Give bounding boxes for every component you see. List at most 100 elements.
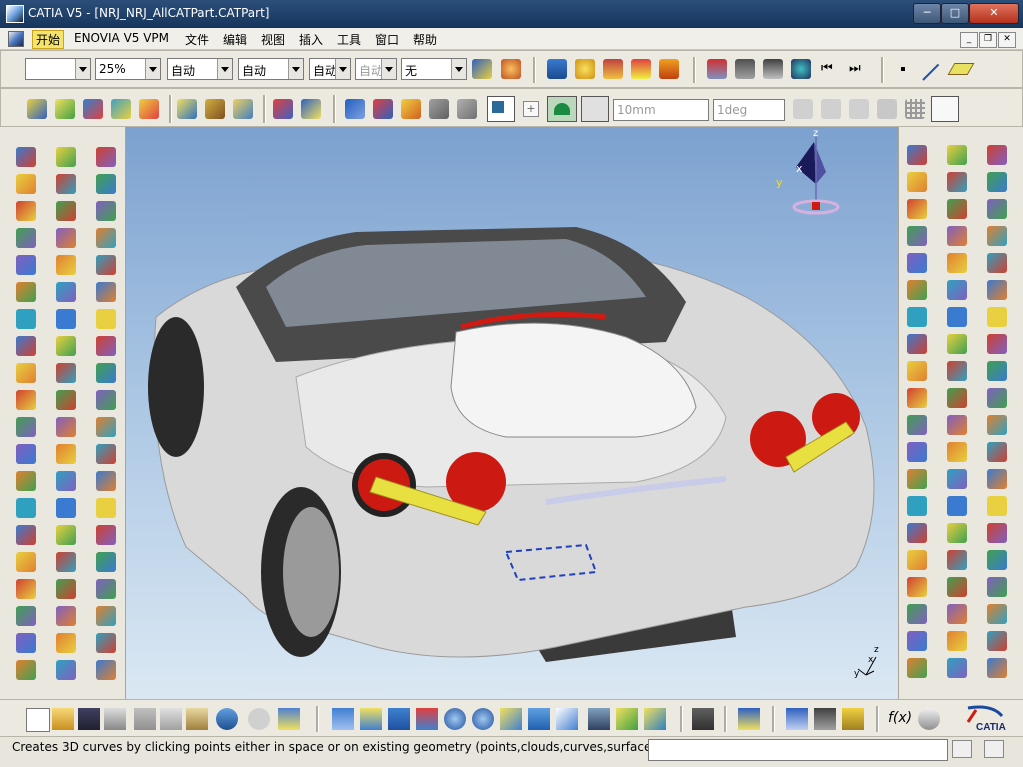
fly-icon[interactable]	[735, 59, 755, 79]
solid-icon[interactable]	[233, 99, 253, 119]
menu-edit[interactable]: 编辑	[223, 31, 247, 48]
left-panel-tool-icon[interactable]	[96, 444, 116, 464]
sweep-icon[interactable]	[111, 99, 131, 119]
fill-icon[interactable]	[139, 99, 159, 119]
extrude-icon[interactable]	[55, 99, 75, 119]
right-panel-tool-icon[interactable]	[987, 550, 1007, 570]
save-icon[interactable]	[78, 708, 100, 730]
left-panel-tool-icon[interactable]	[96, 174, 116, 194]
analyze-icon[interactable]	[631, 59, 651, 79]
left-panel-tool-icon[interactable]	[16, 660, 36, 680]
document-icon[interactable]	[8, 31, 24, 47]
right-panel-tool-icon[interactable]	[947, 658, 967, 678]
right-panel-tool-icon[interactable]	[907, 199, 927, 219]
menu-help[interactable]: 帮助	[413, 31, 437, 48]
fit-all-icon[interactable]	[360, 708, 382, 730]
right-panel-tool-icon[interactable]	[947, 307, 967, 327]
symmetry-icon[interactable]	[401, 99, 421, 119]
fly-mode-icon[interactable]	[332, 708, 354, 730]
left-panel-tool-icon[interactable]	[16, 201, 36, 221]
doc-restore-button[interactable]: ❐	[979, 32, 997, 48]
grid-icon[interactable]	[905, 99, 925, 119]
right-panel-tool-icon[interactable]	[987, 199, 1007, 219]
3d-viewport[interactable]: z y x z x y	[126, 127, 898, 699]
left-panel-tool-icon[interactable]	[16, 282, 36, 302]
catalog-icon[interactable]	[659, 59, 679, 79]
catia-app-icon[interactable]	[6, 5, 24, 23]
fast-forward-icon[interactable]: ⏭	[849, 61, 861, 76]
left-panel-tool-icon[interactable]	[16, 552, 36, 572]
left-panel-tool-icon[interactable]	[96, 552, 116, 572]
right-panel-tool-icon[interactable]	[987, 307, 1007, 327]
left-panel-tool-icon[interactable]	[56, 309, 76, 329]
right-panel-tool-icon[interactable]	[987, 388, 1007, 408]
split-icon[interactable]	[273, 99, 293, 119]
left-panel-tool-icon[interactable]	[96, 660, 116, 680]
new-icon[interactable]	[26, 708, 50, 732]
left-panel-tool-icon[interactable]	[96, 498, 116, 518]
open-icon[interactable]	[52, 708, 74, 730]
right-panel-tool-icon[interactable]	[947, 334, 967, 354]
copy-icon[interactable]	[160, 708, 182, 730]
left-panel-tool-icon[interactable]	[56, 336, 76, 356]
measure-item-icon[interactable]	[786, 708, 808, 730]
left-panel-tool-icon[interactable]	[16, 498, 36, 518]
left-panel-tool-icon[interactable]	[56, 606, 76, 626]
left-panel-tool-icon[interactable]	[56, 552, 76, 572]
chevron-down-icon[interactable]	[217, 59, 232, 79]
rotate-view-icon[interactable]	[416, 708, 438, 730]
left-panel-tool-icon[interactable]	[96, 525, 116, 545]
left-panel-tool-icon[interactable]	[16, 174, 36, 194]
right-panel-tool-icon[interactable]	[907, 577, 927, 597]
undo-icon[interactable]	[216, 708, 238, 730]
right-panel-tool-icon[interactable]	[987, 496, 1007, 516]
left-panel-tool-icon[interactable]	[56, 498, 76, 518]
chevron-down-icon[interactable]	[75, 59, 90, 79]
inertia-icon[interactable]	[814, 708, 836, 730]
snap-icon[interactable]	[547, 96, 577, 122]
left-panel-tool-icon[interactable]	[56, 282, 76, 302]
right-panel-tool-icon[interactable]	[947, 415, 967, 435]
right-panel-tool-icon[interactable]	[947, 604, 967, 624]
chevron-down-icon[interactable]	[145, 59, 160, 79]
left-panel-tool-icon[interactable]	[16, 417, 36, 437]
right-panel-tool-icon[interactable]	[907, 658, 927, 678]
sample-icon[interactable]	[842, 708, 864, 730]
right-panel-tool-icon[interactable]	[947, 577, 967, 597]
right-panel-tool-icon[interactable]	[907, 280, 927, 300]
left-panel-tool-icon[interactable]	[16, 606, 36, 626]
left-panel-tool-icon[interactable]	[56, 147, 76, 167]
left-panel-tool-icon[interactable]	[16, 444, 36, 464]
plane-icon[interactable]	[947, 63, 975, 75]
left-panel-tool-icon[interactable]	[96, 147, 116, 167]
sketch-plane-icon[interactable]	[27, 99, 47, 119]
right-panel-tool-icon[interactable]	[947, 388, 967, 408]
snapshot-icon[interactable]	[707, 59, 727, 79]
right-panel-tool-icon[interactable]	[947, 469, 967, 489]
left-panel-tool-icon[interactable]	[96, 363, 116, 383]
right-panel-tool-icon[interactable]	[987, 631, 1007, 651]
left-panel-tool-icon[interactable]	[96, 255, 116, 275]
left-panel-tool-icon[interactable]	[16, 228, 36, 248]
left-panel-tool-icon[interactable]	[16, 336, 36, 356]
command-input[interactable]	[648, 739, 948, 761]
step-length-input[interactable]: 10mm	[613, 99, 709, 121]
left-panel-tool-icon[interactable]	[56, 228, 76, 248]
right-panel-tool-icon[interactable]	[987, 361, 1007, 381]
menu-file[interactable]: 文件	[185, 31, 209, 48]
left-panel-tool-icon[interactable]	[56, 417, 76, 437]
right-panel-tool-icon[interactable]	[947, 172, 967, 192]
right-panel-tool-icon[interactable]	[987, 577, 1007, 597]
left-panel-tool-icon[interactable]	[56, 201, 76, 221]
layer-filter-combo[interactable]: 无	[401, 58, 467, 80]
menu-window[interactable]: 窗口	[375, 31, 399, 48]
chevron-down-icon[interactable]	[451, 59, 466, 79]
thickness-combo[interactable]: 自动	[238, 58, 304, 80]
menu-insert[interactable]: 插入	[299, 31, 323, 48]
trim-icon[interactable]	[301, 99, 321, 119]
right-panel-tool-icon[interactable]	[907, 145, 927, 165]
normal-view-icon[interactable]	[500, 708, 522, 730]
left-panel-tool-icon[interactable]	[56, 390, 76, 410]
right-panel-tool-icon[interactable]	[907, 496, 927, 516]
help-icon[interactable]	[278, 708, 300, 730]
